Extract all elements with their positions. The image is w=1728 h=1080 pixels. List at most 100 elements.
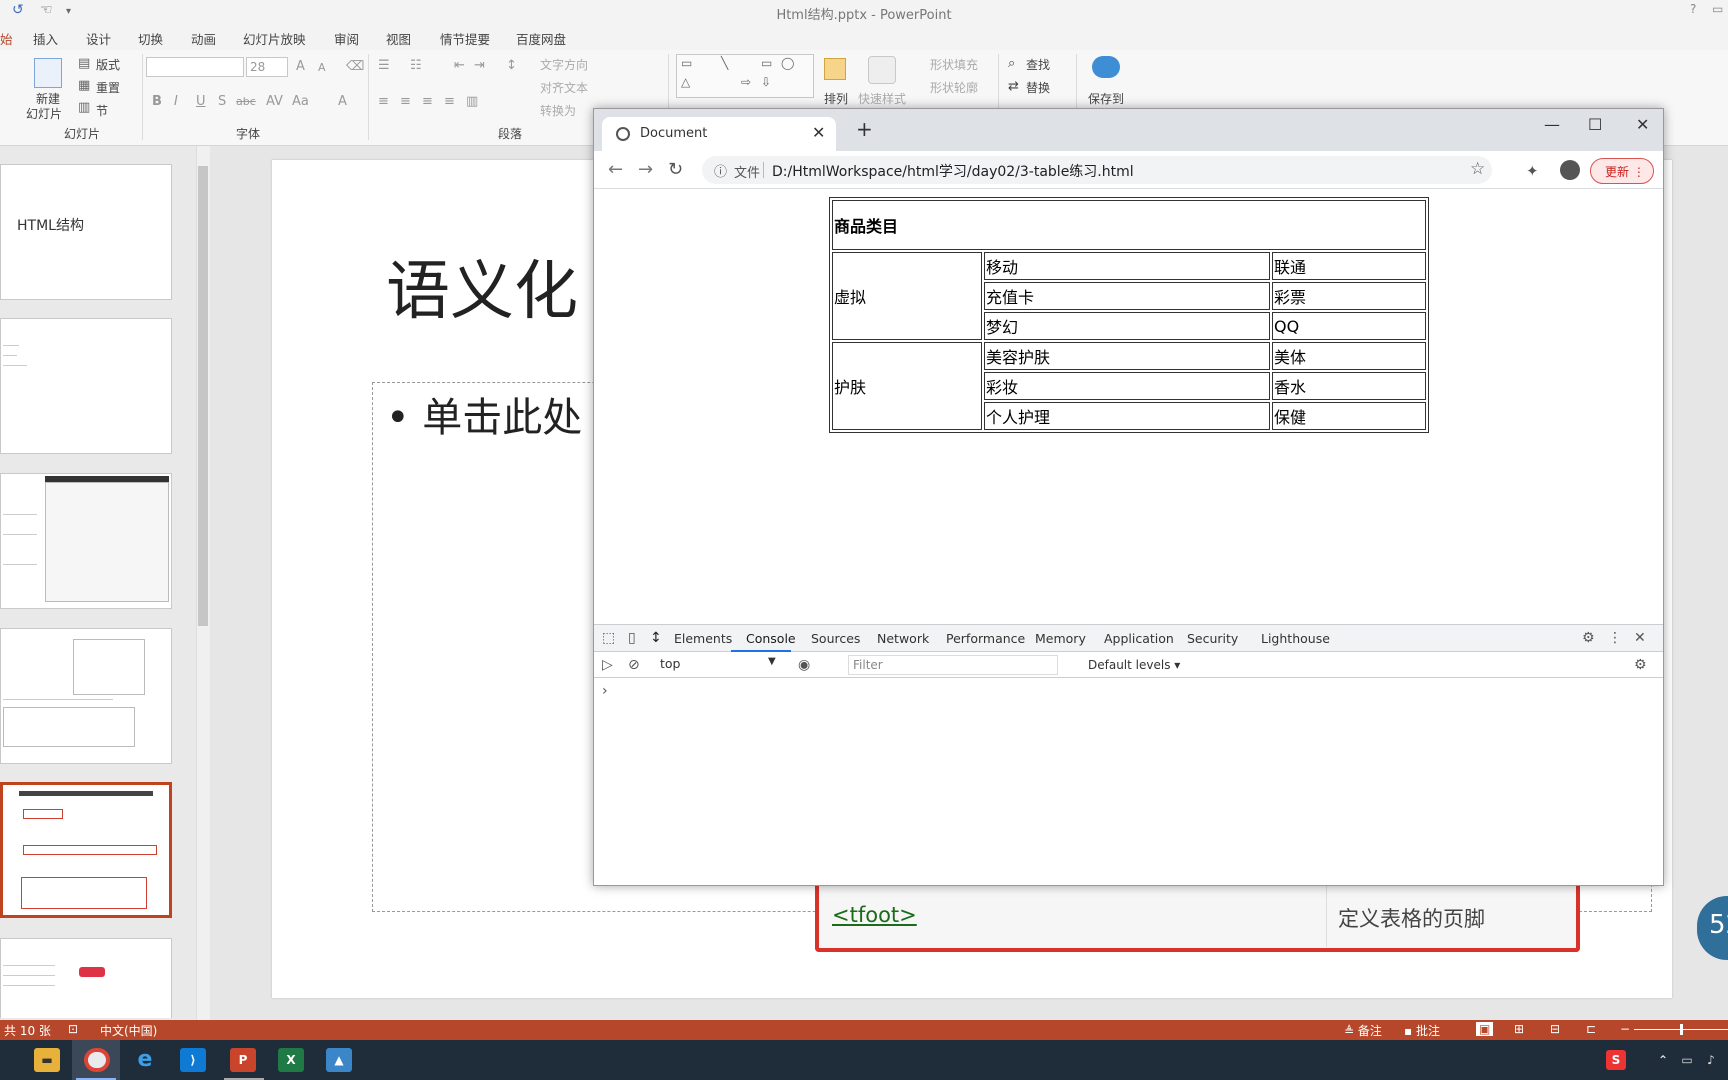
inspect-element-icon[interactable]: ⬚ [602, 630, 615, 646]
network-icon[interactable]: ▭ [1674, 1048, 1700, 1072]
quick-styles-button[interactable]: 快速样式 [858, 90, 906, 107]
zoom-out-icon[interactable]: − [1620, 1022, 1630, 1036]
columns-icon[interactable]: ▥ [466, 94, 478, 109]
italic-icon[interactable]: I [174, 94, 178, 109]
arrange-icon[interactable] [824, 58, 846, 80]
arrange-button[interactable]: 排列 [824, 90, 848, 107]
new-slide-icon[interactable] [34, 58, 62, 88]
tab-close-icon[interactable]: ✕ [812, 123, 825, 142]
clear-format-icon[interactable]: ⌫ [346, 59, 364, 74]
save-to-button[interactable]: 保存到 [1088, 90, 1124, 107]
shapes-gallery[interactable]: ▭ ╲ ▭ ◯ △ ⇨ ⇩ [676, 54, 814, 98]
console-filter-input[interactable]: Filter [848, 655, 1058, 675]
minimize-icon[interactable]: — [1544, 115, 1560, 134]
browser-tab[interactable]: Document ✕ [602, 117, 836, 151]
increase-indent-icon[interactable]: ⇥ [474, 58, 485, 73]
tab-design[interactable]: 设计 [86, 29, 111, 48]
maximize-icon[interactable]: ☐ [1588, 115, 1602, 134]
url-text[interactable]: D:/HtmlWorkspace/html学习/day02/3-table练习.… [772, 161, 1134, 181]
section-button[interactable]: 节 [96, 102, 108, 119]
volume-icon[interactable]: ♪ [1698, 1048, 1724, 1072]
update-button[interactable]: 更新 ⋮ [1590, 158, 1654, 184]
devtools-tab-application[interactable]: Application [1104, 631, 1174, 646]
file-explorer-icon[interactable]: ▬ [34, 1048, 60, 1072]
numbering-icon[interactable]: ☷ [410, 58, 422, 73]
find-button[interactable]: 查找 [1026, 56, 1050, 73]
shape-fill-button[interactable]: 形状填充 [930, 56, 978, 73]
devtools-close-icon[interactable]: ✕ [1634, 630, 1646, 646]
tray-expand-icon[interactable]: ⌃ [1650, 1048, 1676, 1072]
powerpoint-icon[interactable]: P [230, 1048, 256, 1072]
shadow-icon[interactable]: S [218, 94, 226, 109]
font-size-box[interactable]: 28 [246, 57, 288, 77]
line-spacing-icon[interactable]: ↕ [506, 58, 517, 73]
replace-button[interactable]: 替换 [1026, 79, 1050, 96]
shrink-font-icon[interactable]: A [318, 61, 326, 74]
font-color-icon[interactable]: A [338, 94, 347, 109]
slide-thumb-1[interactable]: HTML结构 [0, 164, 172, 300]
devtools-tab-sources[interactable]: Sources [811, 631, 860, 646]
forward-icon[interactable]: → [638, 159, 653, 180]
devtools-tab-security[interactable]: Security [1187, 631, 1238, 646]
change-case-icon[interactable]: Aa [292, 94, 309, 109]
devtools-tab-network[interactable]: Network [877, 631, 929, 646]
baidu-cloud-icon[interactable] [1092, 56, 1120, 78]
align-left-icon[interactable]: ≡ [378, 94, 389, 109]
devtools-tab-elements[interactable]: Elements [674, 631, 732, 646]
shape-outline-button[interactable]: 形状轮廓 [930, 79, 978, 96]
device-toolbar-icon[interactable]: ▯ [628, 630, 636, 646]
console-settings-icon[interactable]: ⚙ [1634, 657, 1647, 673]
devtools-menu-icon[interactable]: ⋮ [1608, 630, 1622, 646]
align-text-button[interactable]: 对齐文本 [540, 79, 588, 96]
slide-sorter-icon[interactable]: ⊞ [1514, 1022, 1524, 1036]
slide-bullet-text[interactable]: • 单击此处 [386, 385, 582, 443]
font-name-box[interactable] [146, 57, 244, 77]
bookmark-star-icon[interactable]: ☆ [1470, 159, 1485, 179]
tab-review[interactable]: 审阅 [334, 29, 359, 48]
tab-animations[interactable]: 动画 [191, 29, 216, 48]
tab-slideshow[interactable]: 幻灯片放映 [243, 29, 306, 48]
log-levels-dropdown[interactable]: Default levels ▾ [1088, 658, 1180, 672]
slide-title[interactable]: 语义化 [386, 240, 578, 332]
chrome-icon[interactable] [84, 1048, 110, 1072]
context-selector[interactable]: top ▼ [660, 656, 784, 674]
tab-view[interactable]: 视图 [386, 29, 411, 48]
tab-baidu-netdisk[interactable]: 百度网盘 [516, 29, 566, 48]
devtools-settings-icon[interactable]: ⚙ [1582, 630, 1595, 646]
tab-transitions[interactable]: 切换 [138, 29, 163, 48]
normal-view-icon[interactable]: ▣ [1476, 1022, 1494, 1036]
thumbnails-scroll-thumb[interactable] [198, 166, 208, 626]
new-tab-button[interactable]: + [856, 117, 873, 141]
ribbon-display-icon[interactable]: ▭ [1712, 2, 1723, 16]
zoom-slider-handle[interactable] [1680, 1024, 1683, 1035]
sogou-ime-icon[interactable]: S [1606, 1050, 1626, 1070]
new-slide-label-2[interactable]: 幻灯片 [26, 105, 62, 122]
console-sidebar-icon[interactable]: ▷ [602, 657, 613, 673]
reload-icon[interactable]: ↻ [668, 159, 683, 180]
slide-thumb-4[interactable] [0, 628, 172, 764]
reading-view-icon[interactable]: ⊟ [1550, 1022, 1560, 1036]
bullets-icon[interactable]: ☰ [378, 58, 390, 73]
underline-icon[interactable]: U [196, 94, 206, 109]
console-prompt[interactable]: › [602, 683, 608, 699]
convert-smartart-button[interactable]: 转换为 [540, 102, 576, 119]
info-icon[interactable]: ⓘ [714, 161, 727, 180]
excel-icon[interactable]: X [278, 1048, 304, 1072]
justify-icon[interactable]: ≡ [444, 94, 455, 109]
window-close-icon[interactable]: ✕ [1636, 115, 1649, 134]
photos-icon[interactable]: ▲ [326, 1048, 352, 1072]
decrease-indent-icon[interactable]: ⇤ [454, 58, 465, 73]
slide-thumb-3[interactable] [0, 473, 172, 609]
comments-button[interactable]: ▪ 批注 [1404, 1022, 1440, 1039]
strikethrough-icon[interactable]: abc [236, 95, 256, 108]
profile-avatar-icon[interactable] [1560, 160, 1580, 180]
vscode-icon[interactable]: ⟩ [180, 1048, 206, 1072]
devtools-tab-performance[interactable]: Performance [946, 631, 1025, 646]
grow-font-icon[interactable]: A [296, 59, 305, 74]
slideshow-view-icon[interactable]: ⊏ [1586, 1022, 1596, 1036]
reset-button[interactable]: 重置 [96, 79, 120, 96]
text-direction-button[interactable]: 文字方向 [540, 56, 588, 73]
devtools-tab-memory[interactable]: Memory [1035, 631, 1086, 646]
layout-button[interactable]: 版式 [96, 56, 120, 73]
bold-icon[interactable]: B [152, 94, 162, 109]
